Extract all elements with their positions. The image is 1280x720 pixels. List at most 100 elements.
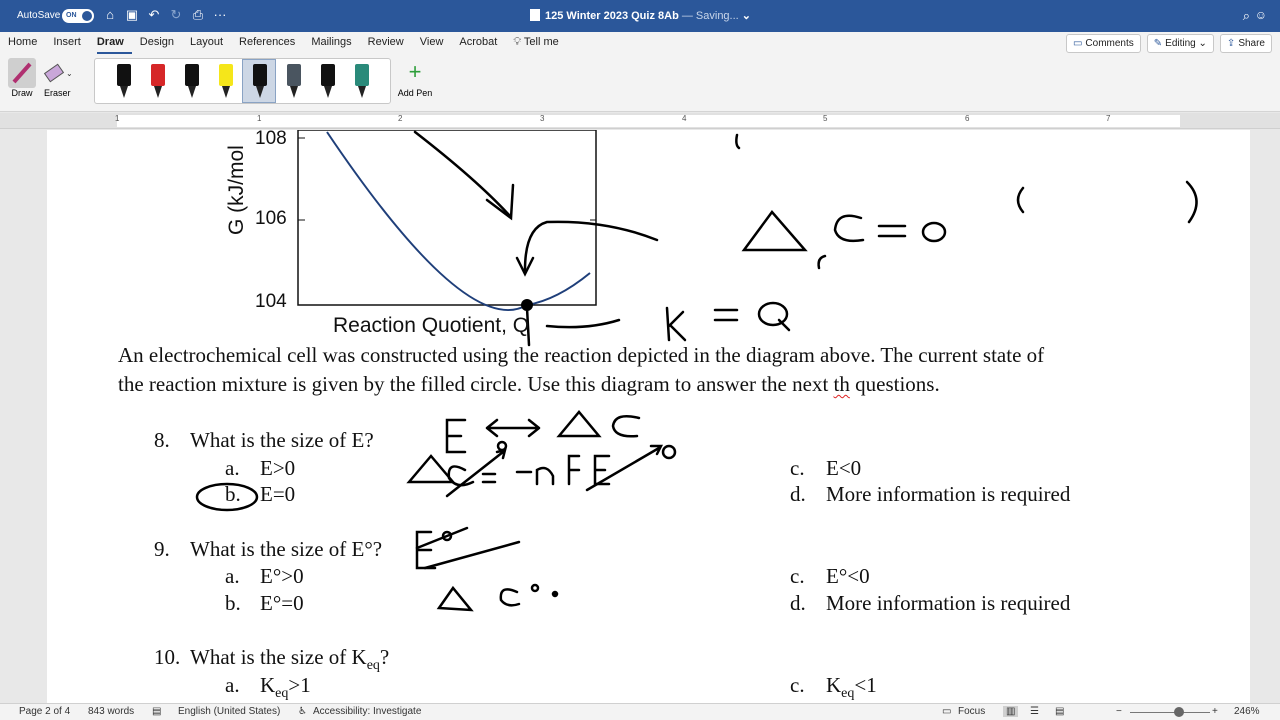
pen-4[interactable]: [217, 62, 235, 102]
q8-option-d-letter: d.: [790, 482, 806, 506]
pen-3[interactable]: [183, 62, 201, 102]
share-button[interactable]: ⇪ Share: [1219, 34, 1272, 53]
plot-tick-108: 108: [255, 130, 287, 149]
ink-degree-2: [530, 583, 540, 593]
tab-acrobat[interactable]: Acrobat: [459, 35, 505, 54]
home-icon[interactable]: ⌂: [103, 7, 117, 23]
pen-7[interactable]: [319, 62, 337, 102]
web-layout-icon[interactable]: ☰: [1030, 706, 1039, 717]
zoom-out-button[interactable]: −: [1116, 706, 1122, 717]
comments-button[interactable]: ▭ Comments: [1065, 34, 1141, 53]
tab-view[interactable]: View: [420, 35, 452, 54]
tab-review[interactable]: Review: [368, 35, 412, 54]
document-page[interactable]: G (kJ/mol 108 106 104 Reaction Quotient,…: [47, 130, 1250, 703]
outline-view-icon[interactable]: ▤: [1055, 706, 1064, 717]
pen-tip: [358, 86, 366, 98]
pen-body: [355, 64, 369, 86]
intro-line-1: An electrochemical cell was constructed …: [118, 343, 1045, 367]
ruler-number: 1: [257, 114, 262, 123]
tab-mailings[interactable]: Mailings: [311, 35, 359, 54]
question-10-text: What is the size of Keq?: [190, 645, 389, 674]
account-icon[interactable]: ☺: [1255, 8, 1267, 22]
tab-insert[interactable]: Insert: [53, 35, 89, 54]
ruler-number: 7: [1106, 114, 1111, 123]
pen-body: [321, 64, 335, 86]
plus-icon: +: [408, 59, 422, 84]
accessibility-status[interactable]: Accessibility: Investigate: [313, 706, 421, 717]
editing-button[interactable]: ✎ Editing ⌄: [1146, 34, 1214, 53]
ink-g-3: [447, 465, 475, 487]
draw-tool-button[interactable]: [8, 58, 36, 88]
zoom-slider[interactable]: [1130, 712, 1210, 713]
ribbon-tabs: Home Insert Draw Design Layout Reference…: [8, 35, 575, 54]
undo-icon[interactable]: ↶: [147, 7, 161, 23]
search-icon[interactable]: ⌕: [1243, 8, 1250, 24]
pen-8[interactable]: [353, 62, 371, 102]
q9-option-c-letter: c.: [790, 564, 805, 588]
horizontal-ruler[interactable]: 1 1 2 3 4 5 6 7: [0, 113, 1280, 129]
pen-2[interactable]: [149, 62, 167, 102]
tab-layout[interactable]: Layout: [190, 35, 231, 54]
q10-c-main: K: [826, 673, 842, 697]
plot-tick-106: 106: [255, 208, 287, 229]
ink-sub-r-1: [817, 254, 827, 270]
page-count[interactable]: Page 2 of 4: [19, 706, 70, 717]
plot-ylabel: G (kJ/mol: [225, 145, 248, 235]
intro-line-2-text: the reaction mixture is given by the fil…: [118, 372, 834, 396]
word-count[interactable]: 843 words: [88, 706, 134, 717]
ink-g-1: [833, 214, 865, 243]
print-icon[interactable]: ⎙: [191, 7, 205, 23]
eraser-tool-label: Eraser: [44, 88, 71, 98]
tell-me-label: Tell me: [523, 36, 559, 48]
language-status[interactable]: English (United States): [178, 706, 280, 717]
add-pen-button[interactable]: + Add Pen: [395, 59, 435, 99]
focus-button[interactable]: Focus: [958, 706, 985, 717]
ink-g-2: [611, 415, 641, 438]
spelling-error-word[interactable]: th: [834, 372, 850, 396]
zoom-in-button[interactable]: +: [1212, 706, 1218, 717]
autosave-toggle[interactable]: ON: [62, 9, 94, 23]
question-8-number: 8.: [154, 428, 170, 452]
more-icon[interactable]: ···: [213, 7, 227, 23]
accessibility-icon: ♿︎: [298, 706, 307, 717]
ink-strike-2: [585, 444, 664, 492]
ink-e-1: [445, 418, 467, 454]
autosave-label: AutoSave: [17, 10, 61, 21]
pen-1[interactable]: [115, 62, 133, 102]
tab-references[interactable]: References: [239, 35, 303, 54]
draw-pen-icon: [12, 62, 32, 84]
pen-body: [287, 64, 301, 86]
print-layout-icon[interactable]: ▥: [1003, 706, 1019, 717]
question-9-text: What is the size of E°?: [190, 537, 383, 561]
ink-delta-2: [556, 410, 602, 438]
eraser-icon: ⌄: [43, 63, 73, 83]
zoom-slider-handle[interactable]: [1174, 707, 1184, 717]
ribbon: Home Insert Draw Design Layout Reference…: [0, 32, 1280, 112]
tab-draw[interactable]: Draw: [96, 35, 132, 54]
zoom-level[interactable]: 246%: [1234, 706, 1260, 717]
pen-tip: [222, 86, 230, 98]
pen-5[interactable]: [251, 62, 269, 102]
ruler-number: 3: [540, 114, 545, 123]
ink-paren-r: [1185, 180, 1198, 224]
q10-option-a-letter: a.: [225, 673, 240, 697]
tab-design[interactable]: Design: [140, 35, 182, 54]
ink-dot: [551, 590, 559, 598]
quick-access-toolbar: ⌂ ▣ ↶ ↻ ⎙ ···: [103, 7, 227, 23]
ink-strike-1: [445, 448, 507, 498]
share-icon: ⇪: [1226, 38, 1236, 49]
proofing-icon[interactable]: ▤: [152, 706, 161, 717]
chevron-down-icon[interactable]: ⌄: [742, 10, 751, 22]
pen-6[interactable]: [285, 62, 303, 102]
save-icon[interactable]: ▣: [125, 7, 139, 23]
pen-body: [219, 64, 233, 86]
ink-delta-1: [741, 210, 808, 252]
eraser-tool-button[interactable]: ⌄: [42, 60, 73, 86]
tab-home[interactable]: Home: [8, 35, 45, 54]
redo-icon[interactable]: ↻: [169, 7, 183, 23]
ink-arrow-line: [413, 130, 512, 218]
tab-tell-me[interactable]: 💡︎ Tell me: [513, 35, 566, 54]
share-label: Share: [1238, 38, 1265, 49]
q9-option-a-letter: a.: [225, 564, 240, 588]
intro-line-2: the reaction mixture is given by the fil…: [118, 372, 940, 397]
